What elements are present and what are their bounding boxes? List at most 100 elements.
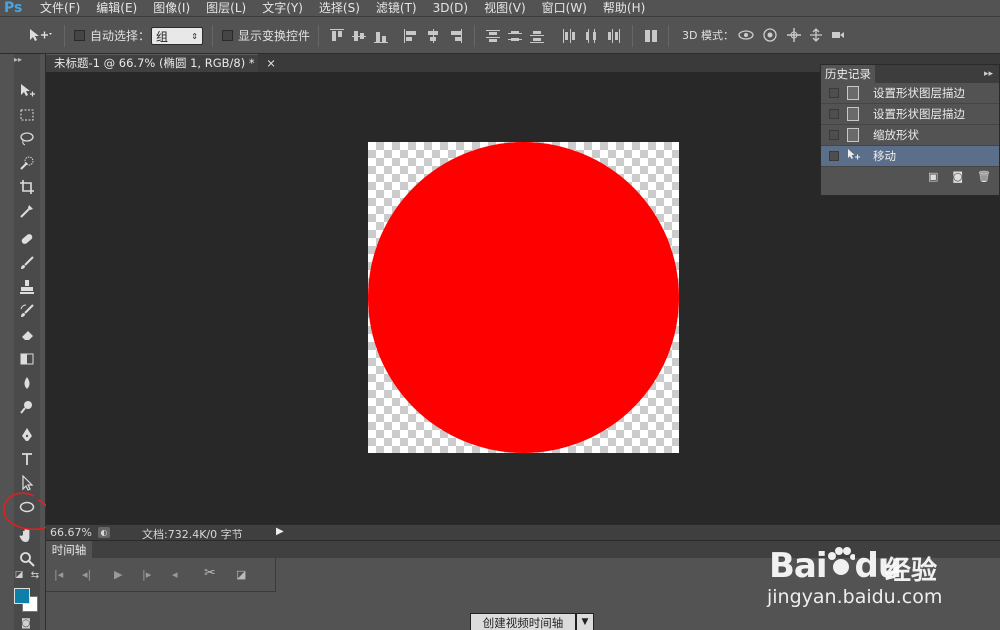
zoom-menu-icon[interactable]: ◐ <box>98 527 110 538</box>
dodge-tool-icon[interactable] <box>16 396 38 418</box>
pen-tool-icon[interactable] <box>16 424 38 446</box>
align-left-icon[interactable] <box>404 29 418 43</box>
checkbox-icon <box>74 30 85 41</box>
distribute-right-icon[interactable] <box>606 29 620 43</box>
eraser-tool-icon[interactable] <box>16 324 38 346</box>
align-right-icon[interactable] <box>448 29 462 43</box>
3d-roll-icon[interactable] <box>762 27 778 45</box>
history-panel-header: 历史记录 ▸▸ <box>821 65 999 83</box>
watermark-cn: 经验 <box>885 556 938 586</box>
trash-icon[interactable]: 🗑 <box>977 170 991 183</box>
quick-mask-icon[interactable]: ◙ <box>16 616 36 630</box>
auto-select-dropdown[interactable]: 组 ⇕ <box>151 27 203 45</box>
default-colors-icon[interactable]: ◪ <box>12 568 26 582</box>
watermark: Bai du 经验 jingyan.baidu.com <box>765 522 1000 612</box>
lasso-tool-icon[interactable] <box>16 128 38 150</box>
eyedropper-tool-icon[interactable] <box>16 200 38 222</box>
swap-colors-icon[interactable]: ⇆ <box>28 568 42 582</box>
menu-select[interactable]: 选择(S) <box>319 0 360 16</box>
separator <box>474 25 475 47</box>
new-document-from-state-icon[interactable]: ▣ <box>928 170 938 183</box>
move-tool-preset-icon[interactable] <box>28 27 54 45</box>
chevron-down-icon[interactable]: ▼ <box>576 613 594 630</box>
history-tab[interactable]: 历史记录 <box>821 65 875 83</box>
zoom-level[interactable]: 66.67% <box>50 526 92 539</box>
distribute-bottom-icon[interactable] <box>530 29 544 43</box>
checkbox-icon[interactable] <box>829 109 839 119</box>
brush-tool-icon[interactable] <box>16 252 38 274</box>
play-icon[interactable]: ▶ <box>114 568 122 581</box>
scissors-icon[interactable]: ✂ <box>204 565 216 581</box>
foreground-color-swatch[interactable] <box>14 588 30 604</box>
separator <box>632 25 633 47</box>
checkbox-icon[interactable] <box>829 130 839 140</box>
history-item-label: 缩放形状 <box>873 128 919 142</box>
history-item[interactable]: 设置形状图层描边 <box>821 104 999 125</box>
menu-file[interactable]: 文件(F) <box>40 0 80 16</box>
auto-select-checkbox[interactable]: 自动选择： <box>74 27 150 45</box>
next-frame-icon[interactable]: |▸ <box>142 568 151 581</box>
menu-type[interactable]: 文字(Y) <box>262 0 303 16</box>
gradient-tool-icon[interactable] <box>16 348 38 370</box>
photoshop-logo: Ps <box>4 0 23 16</box>
menu-help[interactable]: 帮助(H) <box>603 0 645 16</box>
move-tool-icon[interactable] <box>16 80 38 102</box>
status-menu-arrow-icon[interactable]: ▶ <box>276 526 288 538</box>
menu-3d[interactable]: 3D(D) <box>433 0 468 16</box>
history-item-label: 设置形状图层描边 <box>873 86 965 100</box>
3d-drag-icon[interactable] <box>786 27 802 45</box>
history-panel: 历史记录 ▸▸ 设置形状图层描边 设置形状图层描边 缩放形状 移动 ▣ ◙ 🗑 <box>820 64 1000 196</box>
align-vcenter-icon[interactable] <box>352 29 366 43</box>
healing-brush-tool-icon[interactable] <box>16 228 38 250</box>
red-ellipse-shape[interactable] <box>368 142 679 453</box>
menu-filter[interactable]: 滤镜(T) <box>376 0 417 16</box>
document-tab-title: 未标题-1 @ 66.7% (椭圆 1, RGB/8) * <box>54 56 255 70</box>
3d-mode-label: 3D 模式： <box>682 29 734 42</box>
menu-image[interactable]: 图像(I) <box>153 0 190 16</box>
menu-view[interactable]: 视图(V) <box>484 0 526 16</box>
first-frame-icon[interactable]: |◂ <box>54 568 63 581</box>
3d-rotate-icon[interactable] <box>738 27 754 45</box>
zoom-tool-icon[interactable] <box>16 548 38 570</box>
document-tab[interactable]: 未标题-1 @ 66.7% (椭圆 1, RGB/8) * × <box>46 54 276 72</box>
history-item-active[interactable]: 移动 <box>821 146 999 167</box>
checkbox-icon[interactable] <box>829 88 839 98</box>
clone-stamp-tool-icon[interactable] <box>16 276 38 298</box>
distribute-vcenter-icon[interactable] <box>508 29 522 43</box>
audio-icon[interactable]: ◂ <box>172 568 178 581</box>
align-hcenter-icon[interactable] <box>426 29 440 43</box>
marquee-tool-icon[interactable] <box>16 104 38 126</box>
type-tool-icon[interactable] <box>16 448 38 470</box>
menu-window[interactable]: 窗口(W) <box>542 0 587 16</box>
align-bottom-icon[interactable] <box>374 29 388 43</box>
history-brush-tool-icon[interactable] <box>16 300 38 322</box>
watermark-logo: Bai du <box>769 546 902 586</box>
distribute-top-icon[interactable] <box>486 29 500 43</box>
separator <box>64 25 65 47</box>
transition-icon[interactable]: ◪ <box>236 568 246 581</box>
menu-bar: Ps 文件(F) 编辑(E) 图像(I) 图层(L) 文字(Y) 选择(S) 滤… <box>0 0 1000 16</box>
create-video-timeline-button[interactable]: 创建视频时间轴 <box>470 613 576 630</box>
blur-tool-icon[interactable] <box>16 372 38 394</box>
distribute-hcenter-icon[interactable] <box>584 29 598 43</box>
collapse-toolbar-icon[interactable]: ▸▸ <box>14 56 40 64</box>
history-item[interactable]: 设置形状图层描边 <box>821 83 999 104</box>
history-item[interactable]: 缩放形状 <box>821 125 999 146</box>
menu-layer[interactable]: 图层(L) <box>206 0 246 16</box>
3d-scale-icon[interactable] <box>830 27 846 45</box>
align-top-icon[interactable] <box>330 29 344 43</box>
quick-selection-tool-icon[interactable] <box>16 152 38 174</box>
checkbox-icon[interactable] <box>829 151 839 161</box>
close-icon[interactable]: × <box>266 56 276 70</box>
auto-align-icon[interactable] <box>644 29 658 43</box>
history-panel-footer: ▣ ◙ 🗑 <box>821 167 999 185</box>
show-transform-controls-checkbox[interactable]: 显示变换控件 <box>222 27 310 45</box>
distribute-left-icon[interactable] <box>562 29 576 43</box>
3d-slide-icon[interactable] <box>808 27 824 45</box>
timeline-tab[interactable]: 时间轴 <box>46 541 92 559</box>
crop-tool-icon[interactable] <box>16 176 38 198</box>
panel-menu-icon[interactable]: ▸▸ <box>984 69 993 79</box>
menu-edit[interactable]: 编辑(E) <box>96 0 137 16</box>
camera-icon[interactable]: ◙ <box>952 170 963 183</box>
previous-frame-icon[interactable]: ◂| <box>82 568 91 581</box>
